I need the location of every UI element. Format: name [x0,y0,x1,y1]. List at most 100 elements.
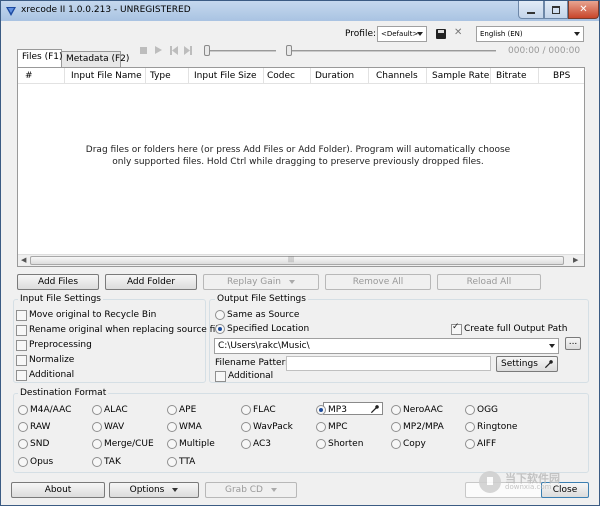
maximize-button[interactable] [544,1,568,19]
format-radio-mp2-mpa[interactable]: MP2/MPA [391,422,444,432]
chevron-down-icon [172,487,179,492]
same-as-source-radio[interactable]: Same as Source [215,310,299,320]
column-header[interactable]: BPS [553,71,570,81]
next-icon[interactable] [184,46,192,55]
close-window-button[interactable]: ✕ [568,1,599,19]
horizontal-scrollbar[interactable]: ◀ ||| ▶ [18,254,584,266]
format-radio-opus[interactable]: Opus [18,457,53,467]
chevron-down-icon [270,487,277,492]
add-files-button[interactable]: Add Files [17,274,99,290]
format-radio-wav[interactable]: WAV [92,422,124,432]
minimize-icon [527,11,535,14]
format-radio-ogg[interactable]: OGG [465,405,498,415]
volume-slider-thumb[interactable] [204,45,210,56]
format-radio-ape[interactable]: APE [167,405,196,415]
format-radio-snd[interactable]: SND [18,439,49,449]
remove-all-button[interactable]: Remove All [325,274,431,290]
settings-button[interactable]: Settings [496,356,558,372]
format-radio-copy[interactable]: Copy [391,439,426,449]
file-list[interactable]: # Input File Name Type Input File Size C… [17,67,585,267]
column-header[interactable]: Sample Rate [432,71,489,81]
scroll-right-icon[interactable]: ▶ [573,256,578,264]
language-value: English (EN) [480,30,523,38]
format-radio-multiple[interactable]: Multiple [167,439,215,449]
profile-select[interactable]: <Default> [377,26,427,42]
format-radio-wma[interactable]: WMA [167,422,202,432]
volume-slider[interactable] [206,50,276,52]
drop-hint: Drag files or folders here (or press Add… [85,145,511,167]
format-radio-mpc[interactable]: MPC [316,422,347,432]
recycle-bin-checkbox[interactable]: Move original to Recycle Bin [16,310,156,321]
close-icon: ✕ [579,4,588,15]
reload-all-button[interactable]: Reload All [437,274,541,290]
play-icon[interactable] [155,46,162,54]
tab-metadata[interactable]: Metadata (F2) [61,51,129,67]
main-window: xrecode II 1.0.0.213 - UNREGISTERED ✕ Pr… [0,0,600,506]
rename-original-checkbox[interactable]: Rename original when replacing source fi… [16,325,223,336]
tab-files[interactable]: Files (F1) [17,49,63,67]
format-radio-tak[interactable]: TAK [92,457,121,467]
additional-output-checkbox[interactable]: Additional [215,371,273,382]
chevron-down-icon [289,279,295,284]
format-radio-flac[interactable]: FLAC [241,405,276,415]
delete-profile-icon[interactable]: ✕ [454,27,462,38]
language-select[interactable]: English (EN) [476,26,584,42]
output-settings-title: Output File Settings [215,294,308,304]
scroll-left-icon[interactable]: ◀ [21,256,26,264]
profile-value: <Default> [381,30,419,38]
title-bar[interactable]: xrecode II 1.0.0.213 - UNREGISTERED ✕ [1,1,599,21]
destination-format-title: Destination Format [18,388,109,398]
previous-icon[interactable] [170,46,178,55]
chevron-down-icon [549,344,555,348]
save-icon[interactable] [436,29,446,39]
column-header[interactable]: Duration [315,71,354,81]
position-slider[interactable] [286,50,496,52]
column-header[interactable]: Bitrate [496,71,527,81]
format-radio-shorten[interactable]: Shorten [316,439,363,449]
column-header[interactable]: Type [150,71,171,81]
format-radio-ringtone[interactable]: Ringtone [465,422,517,432]
grab-cd-button[interactable]: Grab CD [205,482,297,498]
stop-icon[interactable] [140,47,147,54]
create-full-path-checkbox[interactable]: Create full Output Path [451,322,567,335]
input-settings-title: Input File Settings [18,294,103,304]
file-list-header: # Input File Name Type Input File Size C… [18,68,584,84]
format-radio-mp3[interactable]: MP3 [316,405,347,415]
column-header[interactable]: Channels [376,71,418,81]
column-header[interactable]: Input File Name [71,71,142,81]
chevron-down-icon [417,32,423,36]
filename-pattern-label: Filename Pattern: [215,358,294,368]
format-radio-aiff[interactable]: AIFF [465,439,496,449]
maximize-icon [552,5,560,14]
output-path-select[interactable]: C:\Users\rakc\Music\ [214,338,559,354]
format-radio-wavpack[interactable]: WavPack [241,422,293,432]
wrench-icon [544,360,553,369]
format-radio-raw[interactable]: RAW [18,422,50,432]
specified-location-radio[interactable]: Specified Location [215,324,309,334]
format-radio-tta[interactable]: TTA [167,457,195,467]
profile-label: Profile: [345,29,377,39]
format-radio-alac[interactable]: ALAC [92,405,128,415]
download-icon [479,471,501,493]
browse-button[interactable]: ... [565,337,581,350]
format-radio-m4a-aac[interactable]: M4A/AAC [18,405,71,415]
column-header[interactable]: Codec [267,71,295,81]
position-slider-thumb[interactable] [286,45,292,56]
add-folder-button[interactable]: Add Folder [105,274,197,290]
replay-gain-button[interactable]: Replay Gain [203,274,319,290]
format-radio-neroaac[interactable]: NeroAAC [391,405,443,415]
watermark-url: downxia.com [505,483,552,491]
format-radio-ac3[interactable]: AC3 [241,439,271,449]
normalize-checkbox[interactable]: Normalize [16,355,74,366]
format-radio-merge-cue[interactable]: Merge/CUE [92,439,154,449]
options-button[interactable]: Options [109,482,199,498]
additional-input-checkbox[interactable]: Additional [16,370,74,381]
column-header[interactable]: # [25,71,33,81]
filename-pattern-input[interactable] [286,356,491,371]
column-header[interactable]: Input File Size [194,71,257,81]
minimize-button[interactable] [518,1,544,19]
output-path-value: C:\Users\rakc\Music\ [218,341,310,351]
preprocessing-checkbox[interactable]: Preprocessing [16,340,92,351]
about-button[interactable]: About [11,482,105,498]
scrollbar-thumb[interactable] [30,256,564,265]
